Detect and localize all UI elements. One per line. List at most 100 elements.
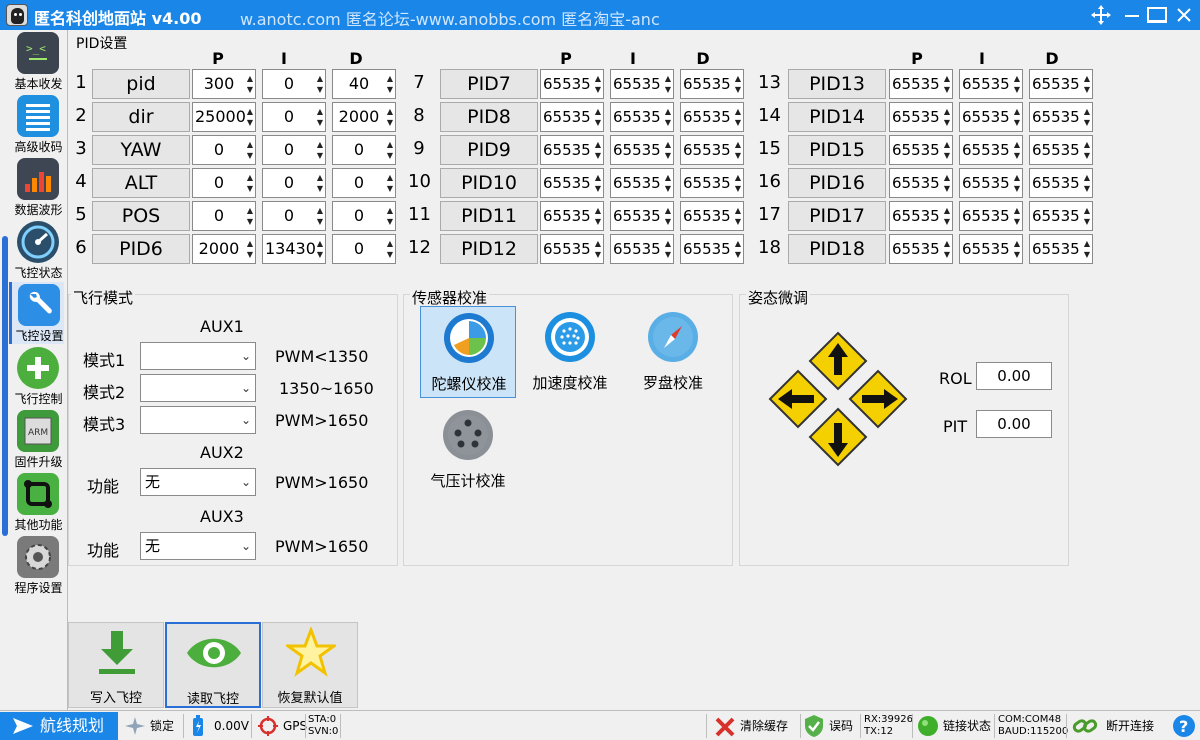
spin-arrows-icon[interactable]: ▲ ▼: [387, 172, 393, 194]
pid-i-spinbox[interactable]: 65535 ▲ ▼: [610, 168, 674, 198]
pid-d-spinbox[interactable]: 2000 ▲ ▼: [332, 102, 396, 132]
pid-d-spinbox[interactable]: 65535 ▲ ▼: [680, 102, 744, 132]
barometer-calibration-button[interactable]: 气压计校准: [420, 404, 516, 496]
spin-arrows-icon[interactable]: ▲ ▼: [595, 172, 601, 194]
pid-p-spinbox[interactable]: 65535 ▲ ▼: [889, 135, 953, 165]
spin-arrows-icon[interactable]: ▲ ▼: [944, 73, 950, 95]
nav-item-waveform[interactable]: 数据波形: [11, 156, 66, 218]
pid-d-spinbox[interactable]: 65535 ▲ ▼: [1029, 69, 1093, 99]
pid-p-spinbox[interactable]: 65535 ▲ ▼: [540, 135, 604, 165]
pid-i-spinbox[interactable]: 65535 ▲ ▼: [959, 168, 1023, 198]
pid-d-spinbox[interactable]: 65535 ▲ ▼: [1029, 135, 1093, 165]
pid-i-spinbox[interactable]: 65535 ▲ ▼: [610, 234, 674, 264]
nav-item-advanced-rx[interactable]: 高级收码: [11, 93, 66, 155]
spin-arrows-icon[interactable]: ▲ ▼: [247, 205, 253, 227]
pid-i-spinbox[interactable]: 65535 ▲ ▼: [959, 234, 1023, 264]
pit-input[interactable]: 0.00: [976, 410, 1052, 438]
pid-d-spinbox[interactable]: 0 ▲ ▼: [332, 135, 396, 165]
spin-arrows-icon[interactable]: ▲ ▼: [1084, 73, 1090, 95]
pid-p-spinbox[interactable]: 65535 ▲ ▼: [889, 234, 953, 264]
nav-item-firmware[interactable]: ARM 固件升级: [11, 408, 66, 470]
spin-arrows-icon[interactable]: ▲ ▼: [595, 205, 601, 227]
spin-arrows-icon[interactable]: ▲ ▼: [665, 73, 671, 95]
spin-arrows-icon[interactable]: ▲ ▼: [387, 106, 393, 128]
restore-default-button[interactable]: 恢复默认值: [262, 622, 358, 708]
minimize-button[interactable]: [1120, 3, 1144, 27]
clear-cache-button[interactable]: 清除缓存: [712, 712, 800, 740]
pid-i-spinbox[interactable]: 65535 ▲ ▼: [959, 102, 1023, 132]
pid-i-spinbox[interactable]: 0 ▲ ▼: [262, 168, 326, 198]
pid-d-spinbox[interactable]: 65535 ▲ ▼: [680, 201, 744, 231]
pid-d-spinbox[interactable]: 65535 ▲ ▼: [680, 234, 744, 264]
move-window-icon[interactable]: [1088, 3, 1114, 27]
pid-p-spinbox[interactable]: 65535 ▲ ▼: [889, 168, 953, 198]
pid-p-spinbox[interactable]: 0 ▲ ▼: [192, 135, 256, 165]
spin-arrows-icon[interactable]: ▲ ▼: [247, 238, 253, 260]
pid-p-spinbox[interactable]: 300 ▲ ▼: [192, 69, 256, 99]
trim-left-arrow-icon[interactable]: [768, 369, 828, 429]
pid-d-spinbox[interactable]: 65535 ▲ ▼: [680, 135, 744, 165]
pid-p-spinbox[interactable]: 65535 ▲ ▼: [889, 102, 953, 132]
spin-arrows-icon[interactable]: ▲ ▼: [735, 139, 741, 161]
spin-arrows-icon[interactable]: ▲ ▼: [387, 238, 393, 260]
spin-arrows-icon[interactable]: ▲ ▼: [1084, 106, 1090, 128]
pid-p-spinbox[interactable]: 65535 ▲ ▼: [889, 69, 953, 99]
pid-i-spinbox[interactable]: 0 ▲ ▼: [262, 201, 326, 231]
spin-arrows-icon[interactable]: ▲ ▼: [735, 238, 741, 260]
compass-calibration-button[interactable]: 罗盘校准: [625, 306, 721, 398]
pid-i-spinbox[interactable]: 65535 ▲ ▼: [610, 135, 674, 165]
pid-d-spinbox[interactable]: 65535 ▲ ▼: [680, 168, 744, 198]
spin-arrows-icon[interactable]: ▲ ▼: [665, 205, 671, 227]
spin-arrows-icon[interactable]: ▲ ▼: [595, 73, 601, 95]
pid-p-spinbox[interactable]: 2000 ▲ ▼: [192, 234, 256, 264]
spin-arrows-icon[interactable]: ▲ ▼: [735, 205, 741, 227]
pid-p-spinbox[interactable]: 65535 ▲ ▼: [540, 102, 604, 132]
spin-arrows-icon[interactable]: ▲ ▼: [944, 238, 950, 260]
trim-right-arrow-icon[interactable]: [848, 369, 908, 429]
spin-arrows-icon[interactable]: ▲ ▼: [1014, 106, 1020, 128]
spin-arrows-icon[interactable]: ▲ ▼: [317, 106, 323, 128]
pid-d-spinbox[interactable]: 65535 ▲ ▼: [680, 69, 744, 99]
help-icon[interactable]: ?: [1172, 714, 1196, 738]
spin-arrows-icon[interactable]: ▲ ▼: [665, 238, 671, 260]
spin-arrows-icon[interactable]: ▲ ▼: [1084, 172, 1090, 194]
route-planning-button[interactable]: 航线规划: [0, 712, 118, 740]
spin-arrows-icon[interactable]: ▲ ▼: [1014, 139, 1020, 161]
pid-i-spinbox[interactable]: 65535 ▲ ▼: [959, 69, 1023, 99]
mode1-select[interactable]: ⌄: [140, 342, 256, 370]
pid-i-spinbox[interactable]: 0 ▲ ▼: [262, 135, 326, 165]
spin-arrows-icon[interactable]: ▲ ▼: [317, 172, 323, 194]
spin-arrows-icon[interactable]: ▲ ▼: [317, 73, 323, 95]
spin-arrows-icon[interactable]: ▲ ▼: [387, 73, 393, 95]
pid-d-spinbox[interactable]: 0 ▲ ▼: [332, 234, 396, 264]
mode2-select[interactable]: ⌄: [140, 374, 256, 402]
pid-d-spinbox[interactable]: 0 ▲ ▼: [332, 168, 396, 198]
pid-i-spinbox[interactable]: 65535 ▲ ▼: [610, 69, 674, 99]
pid-i-spinbox[interactable]: 65535 ▲ ▼: [959, 201, 1023, 231]
pid-p-spinbox[interactable]: 25000 ▲ ▼: [192, 102, 256, 132]
pid-p-spinbox[interactable]: 0 ▲ ▼: [192, 201, 256, 231]
rol-input[interactable]: 0.00: [976, 362, 1052, 390]
spin-arrows-icon[interactable]: ▲ ▼: [317, 205, 323, 227]
pid-p-spinbox[interactable]: 65535 ▲ ▼: [889, 201, 953, 231]
spin-arrows-icon[interactable]: ▲ ▼: [665, 172, 671, 194]
spin-arrows-icon[interactable]: ▲ ▼: [944, 106, 950, 128]
nav-item-other[interactable]: 其他功能: [11, 471, 66, 533]
disconnect-button[interactable]: 断开连接: [1070, 712, 1166, 740]
spin-arrows-icon[interactable]: ▲ ▼: [387, 139, 393, 161]
spin-arrows-icon[interactable]: ▲ ▼: [317, 238, 323, 260]
spin-arrows-icon[interactable]: ▲ ▼: [247, 73, 253, 95]
pid-i-spinbox[interactable]: 0 ▲ ▼: [262, 69, 326, 99]
spin-arrows-icon[interactable]: ▲ ▼: [247, 139, 253, 161]
accel-calibration-button[interactable]: 加速度校准: [522, 306, 618, 398]
spin-arrows-icon[interactable]: ▲ ▼: [1084, 205, 1090, 227]
spin-arrows-icon[interactable]: ▲ ▼: [595, 106, 601, 128]
pid-d-spinbox[interactable]: 40 ▲ ▼: [332, 69, 396, 99]
pid-p-spinbox[interactable]: 65535 ▲ ▼: [540, 168, 604, 198]
spin-arrows-icon[interactable]: ▲ ▼: [735, 172, 741, 194]
pid-i-spinbox[interactable]: 65535 ▲ ▼: [610, 102, 674, 132]
nav-item-flight-control[interactable]: 飞行控制: [11, 345, 66, 407]
pid-i-spinbox[interactable]: 65535 ▲ ▼: [610, 201, 674, 231]
nav-item-basic-io[interactable]: >_< 基本收发: [11, 30, 66, 92]
pid-i-spinbox[interactable]: 0 ▲ ▼: [262, 102, 326, 132]
